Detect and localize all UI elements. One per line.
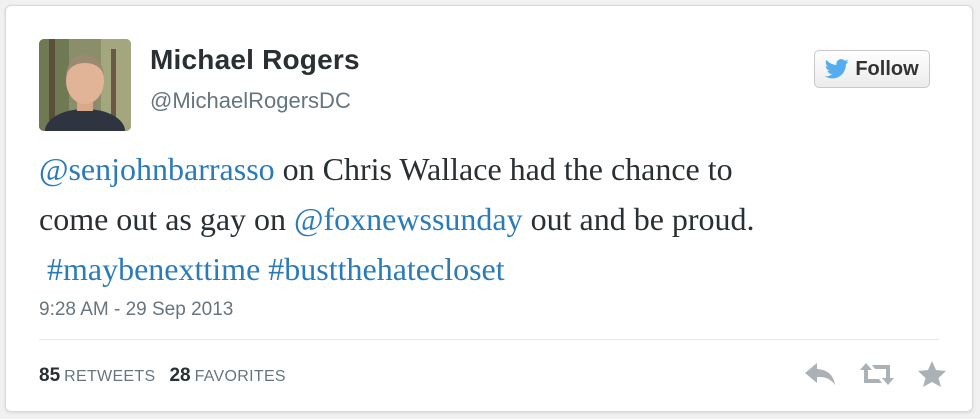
retweets-label: RETWEETS [64,368,156,385]
tweet-line-1: @senjohnbarrasso on Chris Wallace had th… [39,144,939,194]
reply-icon[interactable] [803,360,837,388]
hashtag-link[interactable]: #maybenexttime [47,251,260,287]
tweet-actions [803,360,947,388]
tweet-stats: 85 RETWEETS 28 FAVORITES [39,365,286,387]
divider [39,339,939,340]
display-name[interactable]: Michael Rogers [150,44,360,76]
favorites-stat[interactable]: 28 FAVORITES [169,365,285,387]
favorite-star-icon[interactable] [917,360,947,388]
retweets-count: 85 [39,365,61,386]
user-handle[interactable]: @MichaelRogersDC [150,88,351,114]
favorites-count: 28 [169,365,191,386]
tweet-text-fragment: on Chris Wallace had the chance to [274,151,733,187]
tweet-line-2: come out as gay on @foxnewssunday out an… [39,194,939,244]
tweet-timestamp[interactable]: 9:28 AM - 29 Sep 2013 [39,299,233,321]
tweet-text-fragment: come out as gay on [39,201,295,237]
mention-link[interactable]: @foxnewssunday [294,201,523,237]
retweet-icon[interactable] [859,360,895,388]
mention-link[interactable]: @senjohnbarrasso [39,151,275,187]
avatar[interactable] [39,39,131,131]
tweet-text: @senjohnbarrasso on Chris Wallace had th… [39,144,939,294]
follow-button-label: Follow [855,57,919,80]
tweet-card: Michael Rogers @MichaelRogersDC Follow @… [5,5,973,412]
favorites-label: FAVORITES [194,368,286,385]
tweet-line-3: #maybenexttime #bustthehatecloset [39,244,939,294]
retweets-stat[interactable]: 85 RETWEETS [39,365,155,387]
follow-button[interactable]: Follow [814,50,930,88]
twitter-bird-icon [825,59,849,79]
tweet-text-fragment: out and be proud. [522,201,755,237]
hashtag-link[interactable]: #bustthehatecloset [268,251,504,287]
